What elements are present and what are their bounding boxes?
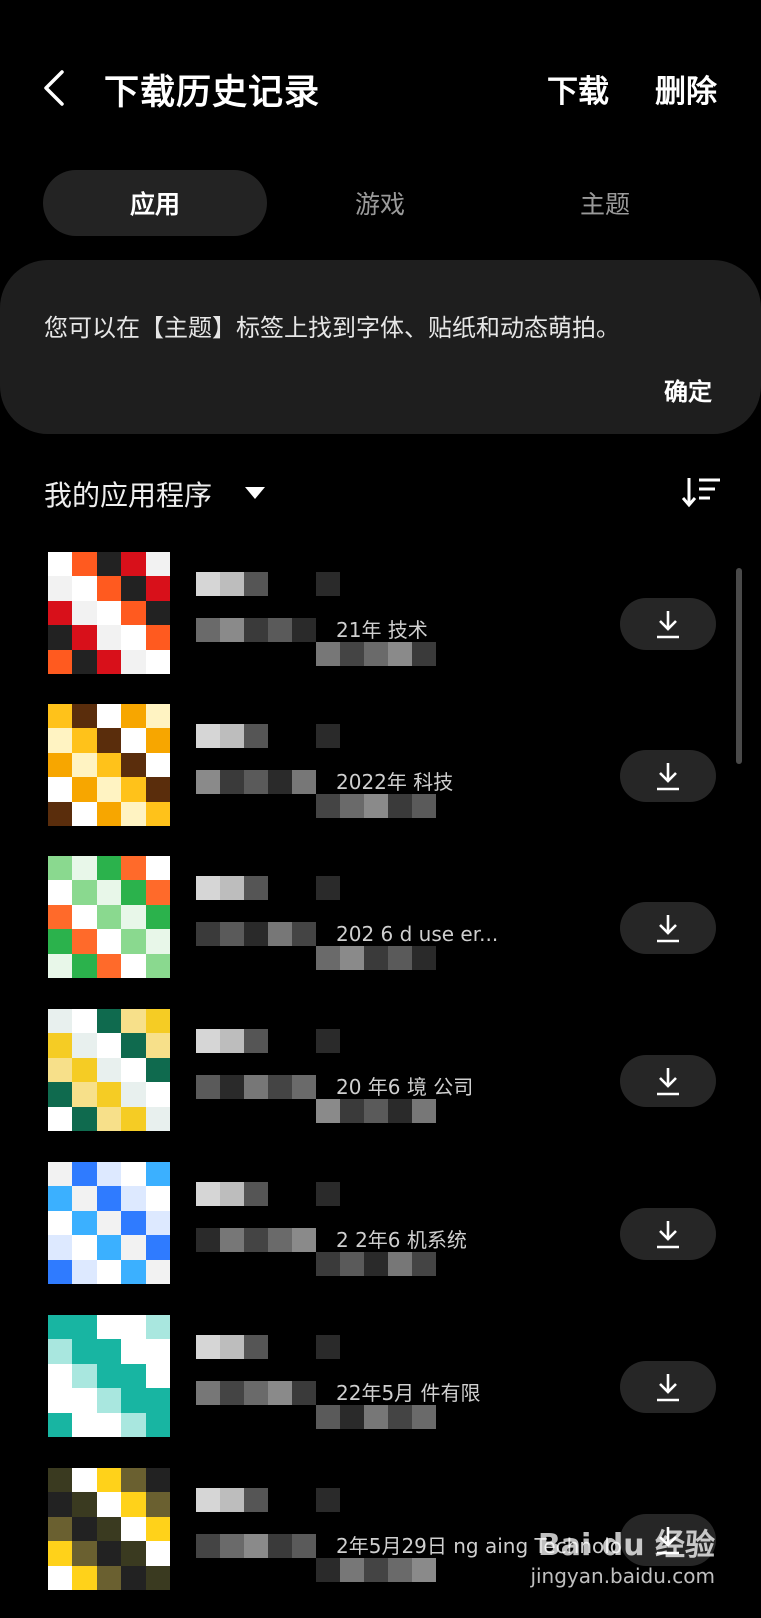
download-app-button[interactable] <box>620 598 716 650</box>
tab-themes[interactable]: 主题 <box>493 170 717 236</box>
download-icon <box>657 611 679 639</box>
notice-confirm-button[interactable]: 确定 <box>664 372 712 407</box>
app-name-redacted <box>196 1182 346 1210</box>
download-app-button[interactable] <box>620 902 716 954</box>
app-name-redacted <box>196 1335 346 1363</box>
app-name-redacted <box>196 1488 346 1516</box>
delete-button[interactable]: 删除 <box>655 66 717 111</box>
app-icon <box>48 552 171 675</box>
app-icon <box>48 1315 171 1438</box>
notice-card <box>0 260 761 434</box>
back-arrow-icon[interactable] <box>36 66 72 110</box>
app-list-item[interactable]: 22年5月 件有限 <box>0 1315 761 1465</box>
app-list-item[interactable]: 21年 技术 <box>0 552 761 702</box>
download-app-button[interactable] <box>620 1361 716 1413</box>
app-icon <box>48 856 171 979</box>
section-title-dropdown[interactable]: 我的应用程序 <box>44 474 212 514</box>
watermark-brand: Bai du 经验 <box>537 1528 715 1563</box>
app-icon <box>48 1162 171 1285</box>
app-list-item[interactable]: 202 6 d use er... <box>0 856 761 1006</box>
app-name-redacted <box>196 876 346 904</box>
notice-text: 您可以在【主题】标签上找到字体、贴纸和动态萌拍。 <box>44 314 620 342</box>
app-list-item[interactable]: 20 年6 境 公司 <box>0 1009 761 1159</box>
app-icon <box>48 1009 171 1132</box>
app-list-item[interactable]: 2 2年6 机系统 <box>0 1162 761 1312</box>
page-title: 下载历史记录 <box>104 73 321 113</box>
download-app-button[interactable] <box>620 1055 716 1107</box>
download-icon <box>657 763 679 791</box>
download-icon <box>657 915 679 943</box>
download-button[interactable]: 下载 <box>547 66 609 111</box>
tab-apps[interactable]: 应用 <box>43 170 267 236</box>
sort-icon[interactable] <box>682 476 722 508</box>
tab-games[interactable]: 游戏 <box>268 170 492 236</box>
app-name-redacted <box>196 1029 346 1057</box>
app-list-item[interactable]: 2022年 科技 <box>0 704 761 854</box>
app-icon <box>48 704 171 827</box>
download-app-button[interactable] <box>620 750 716 802</box>
caret-down-icon[interactable] <box>244 486 266 500</box>
download-icon <box>657 1374 679 1402</box>
download-app-button[interactable] <box>620 1208 716 1260</box>
watermark-url: jingyan.baidu.com <box>530 1564 715 1588</box>
app-icon <box>48 1468 171 1591</box>
watermark: Bai du 经验 jingyan.baidu.com <box>530 1520 715 1588</box>
download-icon <box>657 1068 679 1096</box>
download-icon <box>657 1221 679 1249</box>
app-name-redacted <box>196 724 346 752</box>
app-name-redacted <box>196 572 346 600</box>
